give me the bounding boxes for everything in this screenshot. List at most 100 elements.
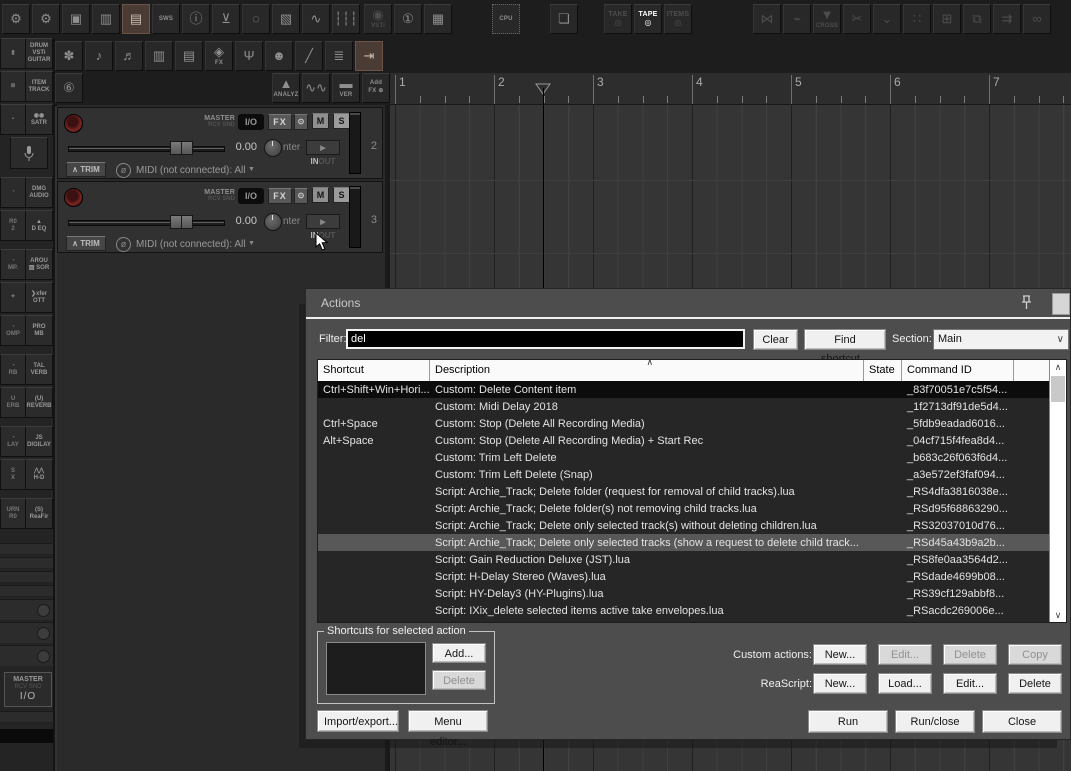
volume-slider[interactable] <box>68 220 225 226</box>
send-knob[interactable] <box>37 604 50 617</box>
action-row[interactable]: Ctrl+Shift+Win+Hori... Custom: Delete Con… <box>318 381 1049 398</box>
shirt-button[interactable]: ⊻ <box>212 4 240 34</box>
clear-button[interactable]: Clear <box>753 329 798 350</box>
pin-icon[interactable] <box>1019 294 1034 314</box>
find-shortcut-button[interactable]: Find shortcut... <box>804 329 886 365</box>
waveform-view-button[interactable]: ∿ <box>302 4 330 34</box>
io-button[interactable]: I/O <box>238 188 264 204</box>
sidebar-item-xfer-ott[interactable]: ❯xfer OTT <box>25 282 53 313</box>
custom-action-copy-button[interactable]: Copy <box>1008 644 1062 665</box>
quantize-grid-button[interactable]: ❏ <box>550 4 578 34</box>
reascript-delete-button[interactable]: Delete <box>1008 673 1062 694</box>
fx-button[interactable]: FX <box>268 114 292 130</box>
duplicate-items-button[interactable]: ⧉ <box>963 4 991 34</box>
crossfade-button[interactable]: ⋈ <box>753 4 781 34</box>
sidebar-item-s-reafir[interactable]: (S) ReaFir <box>25 498 53 529</box>
action-row[interactable]: Script: HY-Delay3 (HY-Plugins).lua _RS39c… <box>318 585 1049 602</box>
custom-action-edit-button[interactable]: Edit... <box>878 644 932 665</box>
mixer-lane[interactable] <box>0 622 53 643</box>
bass-clef-button[interactable]: ♪ <box>85 40 113 71</box>
action-row[interactable]: Script: Gain Reduction Deluxe (JST).lua _… <box>318 551 1049 568</box>
pan-knob[interactable] <box>264 139 282 157</box>
custom-action-delete-button[interactable]: Delete <box>943 644 997 665</box>
scrollbar-thumb[interactable] <box>1051 376 1065 402</box>
sidebar-partial-button[interactable]: SX <box>0 459 25 490</box>
midi-input-dropdown[interactable]: MIDI (not connected): All <box>136 165 246 176</box>
drums-button[interactable]: ✽ <box>55 40 83 71</box>
action-row[interactable]: Custom: Midi Delay 2018 _1f2713df91de5d4.… <box>318 398 1049 415</box>
fx-button[interactable]: FX <box>268 188 292 204</box>
filter-input[interactable] <box>346 329 745 349</box>
preferences-gears-button[interactable]: ⚙ <box>32 4 60 34</box>
action-row[interactable]: Custom: Trim Left Delete (Snap) _a3e572ef… <box>318 466 1049 483</box>
trim-button[interactable]: ∧ TRIM <box>66 236 106 251</box>
sidebar-partial-button[interactable]: ◔ <box>0 177 25 208</box>
monitor-levels-button[interactable]: ≣ <box>325 40 353 71</box>
person-button[interactable]: ☻ <box>265 40 293 71</box>
column-header-shortcut[interactable]: Shortcut <box>318 360 430 381</box>
item-edges-button[interactable]: ⊞ <box>933 4 961 34</box>
sidebar-partial-button[interactable]: ◔ MP. <box>0 249 25 280</box>
scroll-up-icon[interactable]: ∧ <box>1050 360 1066 374</box>
pan-knob[interactable] <box>264 213 282 231</box>
glue-link-button[interactable]: ∞ <box>1023 4 1051 34</box>
section-dropdown[interactable]: Main ∨ <box>933 329 1069 350</box>
sidebar-mic-button[interactable] <box>10 137 48 169</box>
notes-book-button[interactable]: ▤ <box>122 4 150 34</box>
send-knob[interactable] <box>37 627 50 640</box>
sidebar-partial-button[interactable]: ✦ <box>0 282 25 313</box>
mixer-faders-button[interactable]: ┆┆┆ <box>332 4 360 34</box>
import-export-button[interactable]: Import/export... <box>317 710 399 732</box>
piano-keys-button[interactable]: ▥ <box>145 40 173 71</box>
sidebar-partial-button[interactable]: R0 2 <box>0 210 25 241</box>
sws-extension-button[interactable]: SWS <box>152 4 180 34</box>
cut-items-button[interactable]: ✂ <box>843 4 871 34</box>
master-io-button[interactable]: MASTER RCV SND I/O <box>4 672 52 707</box>
items-mode-button[interactable]: ITEMS ◎ <box>664 4 692 34</box>
record-input-button[interactable]: ▶ INOUT <box>306 140 340 166</box>
sidebar-partial-button[interactable]: ▪ <box>0 104 25 135</box>
circled-six-button[interactable]: ⑥ <box>55 72 83 103</box>
vsti-view-button[interactable]: ◉ VSTi <box>364 4 392 34</box>
delete-shortcut-button[interactable]: Delete <box>432 670 486 690</box>
render-settings-button[interactable]: ⚙ <box>2 4 30 34</box>
mixer-lane[interactable] <box>0 571 53 583</box>
sidebar-partial-button[interactable]: ≣ <box>0 71 25 102</box>
column-header-state[interactable]: State <box>864 360 902 381</box>
mixer-lane[interactable] <box>0 645 53 666</box>
io-button[interactable]: I/O <box>238 114 264 130</box>
record-arm-button[interactable] <box>64 188 83 207</box>
sidebar-item-dmg-audio[interactable]: DMG AUDIO <box>25 177 53 208</box>
sidebar-partial-button[interactable]: U ERB <box>0 387 25 418</box>
list-scrollbar[interactable]: ∧ ∨ <box>1049 360 1066 622</box>
items-arrow-button[interactable]: ⇉ <box>993 4 1021 34</box>
fx-bypass-button[interactable]: ⊙ <box>294 114 308 130</box>
analyzer-button[interactable]: ▲ ANALYZ <box>272 72 300 103</box>
grid-dots-button[interactable]: ∷ <box>903 4 931 34</box>
fx-bypass-button[interactable]: ⊙ <box>294 188 308 204</box>
sidebar-item-item-track[interactable]: ITEM TRACK <box>25 71 53 102</box>
phase-button[interactable]: ø <box>116 237 131 252</box>
mixer-lane[interactable] <box>0 557 53 569</box>
sidebar-partial-button[interactable]: ◔ LAY <box>0 426 25 457</box>
mixer-lane[interactable] <box>0 543 53 555</box>
sidebar-item-js-digilay[interactable]: JS DIGILAY <box>25 426 53 457</box>
action-row[interactable]: Script: Archie_Track; Delete folder (req… <box>318 483 1049 500</box>
magnifier-button[interactable]: ◌ <box>242 4 270 34</box>
render-arrow-button[interactable]: ⇥ <box>355 40 383 71</box>
sidebar-item--h-d[interactable]: ⋀⋀ H-D <box>25 459 53 490</box>
reascript-edit-button[interactable]: Edit... <box>943 673 997 694</box>
save-project-button[interactable]: ▣ <box>62 4 90 34</box>
sidebar-item--satr[interactable]: ◉◉ SATR <box>25 104 53 135</box>
scroll-down-icon[interactable]: ∨ <box>1050 608 1066 622</box>
info-circle-button[interactable]: ⓘ <box>182 4 210 34</box>
trim-button[interactable]: ∧ TRIM <box>66 162 106 177</box>
marquee-select-button[interactable]: ▧ <box>272 4 300 34</box>
sidebar-partial-button[interactable]: ◔ OMP <box>0 315 25 346</box>
grid-table-button[interactable]: ▦ <box>424 4 452 34</box>
sidebar-item-arou-sor[interactable]: AROU ▨ SOR <box>25 249 53 280</box>
envelope-points-button[interactable]: ⌁ <box>783 4 811 34</box>
column-header-description[interactable]: Description ∧ <box>430 357 864 381</box>
microphone-button[interactable]: Ψ <box>235 40 263 71</box>
mixer-lane[interactable] <box>0 711 53 723</box>
